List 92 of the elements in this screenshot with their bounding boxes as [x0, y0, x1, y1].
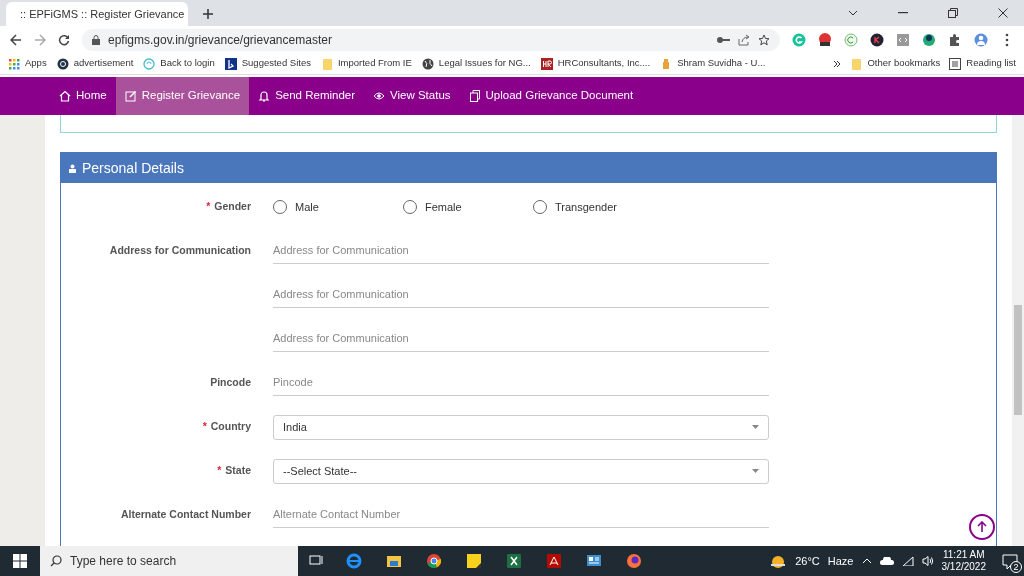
- extension-k-icon[interactable]: [870, 32, 884, 47]
- caret-icon: [752, 469, 759, 473]
- minimize-icon[interactable]: [898, 12, 908, 14]
- bing-icon: [224, 57, 237, 70]
- bookmark-link[interactable]: Shram Suvidha - U...: [660, 56, 766, 71]
- radio-option[interactable]: Transgender: [533, 198, 663, 216]
- documents-icon: [468, 90, 481, 102]
- chrome-icon[interactable]: [426, 553, 442, 569]
- reading-list-icon: [949, 57, 962, 70]
- bookmark-link[interactable]: Back to login: [143, 56, 215, 71]
- clock-text[interactable]: 11:21 AM 3/12/2022: [941, 548, 986, 574]
- field-label: Alternate Contact Number: [120, 508, 251, 521]
- globe-icon: [421, 57, 434, 70]
- restore-icon[interactable]: [948, 8, 958, 18]
- caret-icon: [752, 425, 759, 429]
- star-icon[interactable]: [758, 33, 770, 46]
- search-icon: [50, 555, 62, 567]
- nav-tab[interactable]: Home: [50, 77, 116, 115]
- internet-explorer-icon[interactable]: [346, 553, 362, 569]
- windows-start-icon[interactable]: [13, 554, 27, 568]
- chevron-double-right-icon[interactable]: [833, 59, 842, 68]
- lock-icon: [92, 34, 100, 45]
- close-icon[interactable]: [998, 8, 1008, 18]
- url-text: epfigms.gov.in/grievance/grievancemaster: [108, 31, 333, 49]
- field-label: Pincode: [210, 376, 251, 389]
- circle-logo-icon: [56, 57, 69, 70]
- new-tab-icon[interactable]: [202, 8, 214, 20]
- share-icon[interactable]: [738, 33, 750, 46]
- required-mark: *: [217, 464, 222, 477]
- pdf-reader-icon[interactable]: [546, 553, 562, 569]
- firefox-icon[interactable]: [626, 553, 642, 569]
- required-mark: *: [202, 420, 207, 433]
- taskbar-search-field[interactable]: Type here to search: [40, 546, 298, 576]
- arrow-up-icon: [977, 521, 987, 533]
- scrollbar-thumb[interactable]: [1014, 305, 1022, 415]
- browser-tab[interactable]: :: EPFiGMS :: Register Grievance: [6, 2, 188, 26]
- eye-icon: [373, 90, 386, 102]
- weather-text: Haze: [827, 553, 854, 569]
- extension-c-icon[interactable]: [844, 32, 858, 47]
- nav-tab[interactable]: Send Reminder: [249, 77, 365, 115]
- radio-option[interactable]: Female: [403, 198, 533, 216]
- bookmark-link[interactable]: Legal Issues for NG...: [421, 56, 531, 71]
- user-icon: [68, 163, 77, 173]
- bookmark-link[interactable]: Suggested Sites: [224, 56, 311, 71]
- panel-title: Personal Details: [82, 158, 184, 178]
- field-label: State: [225, 464, 251, 477]
- field-label: Gender: [214, 200, 251, 213]
- apps-icon: [8, 57, 20, 70]
- bookmark-link[interactable]: HRConsultants, Inc....: [540, 56, 651, 71]
- bell-icon: [258, 90, 271, 102]
- radio-option[interactable]: Male: [273, 198, 403, 216]
- required-mark: *: [206, 200, 211, 213]
- field-label: Country: [210, 420, 251, 433]
- tab-title: :: EPFiGMS :: Register Grievance: [20, 6, 185, 22]
- chevron-down-icon[interactable]: [848, 10, 858, 16]
- bookmark-link[interactable]: Other bookmarks: [850, 56, 941, 71]
- edit-icon: [124, 90, 137, 102]
- bookmark-link[interactable]: advertisement: [56, 56, 134, 71]
- address-bar[interactable]: epfigms.gov.in/grievance/grievancemaster: [82, 28, 780, 51]
- nav-tab[interactable]: Register Grievance: [115, 77, 250, 115]
- dropdown-field[interactable]: India: [273, 414, 769, 440]
- chevron-up-icon[interactable]: [861, 558, 872, 564]
- speaker-icon[interactable]: [921, 556, 934, 566]
- sticky-notes-icon[interactable]: [466, 553, 482, 569]
- cloud-icon[interactable]: [879, 557, 894, 565]
- temperature-text: 26°C: [795, 553, 820, 569]
- dropdown-field[interactable]: --Select State--: [273, 458, 769, 484]
- key-icon[interactable]: [716, 35, 730, 44]
- home-icon: [59, 90, 71, 102]
- back-icon[interactable]: [10, 33, 22, 46]
- field-label: Address for Communication: [109, 244, 251, 257]
- profile-avatar-icon[interactable]: [974, 32, 988, 47]
- folder-icon: [850, 57, 863, 70]
- code-icon[interactable]: [896, 32, 910, 47]
- extension-s-icon[interactable]: [818, 32, 832, 47]
- extension-leaf-icon[interactable]: [922, 32, 936, 47]
- reading-list-button[interactable]: Reading list: [949, 56, 1016, 71]
- excel-icon[interactable]: [506, 553, 522, 569]
- notification-button[interactable]: 2: [1002, 552, 1018, 570]
- folder-icon: [320, 57, 333, 70]
- window-app-icon[interactable]: [586, 553, 602, 569]
- notification-count: 2: [1010, 560, 1022, 573]
- nav-tab[interactable]: View Status: [364, 77, 460, 115]
- bookmark-link[interactable]: Imported From IE: [320, 56, 412, 71]
- bookmark-link[interactable]: Apps: [8, 56, 47, 71]
- puzzle-icon[interactable]: [948, 32, 962, 47]
- file-explorer-icon[interactable]: [386, 553, 402, 569]
- nav-tab[interactable]: Upload Grievance Document: [459, 77, 643, 115]
- reload-icon[interactable]: [58, 33, 70, 46]
- swirl-icon: [143, 57, 156, 70]
- weather-sun-icon: [769, 554, 788, 568]
- hr-logo-icon: [540, 57, 553, 70]
